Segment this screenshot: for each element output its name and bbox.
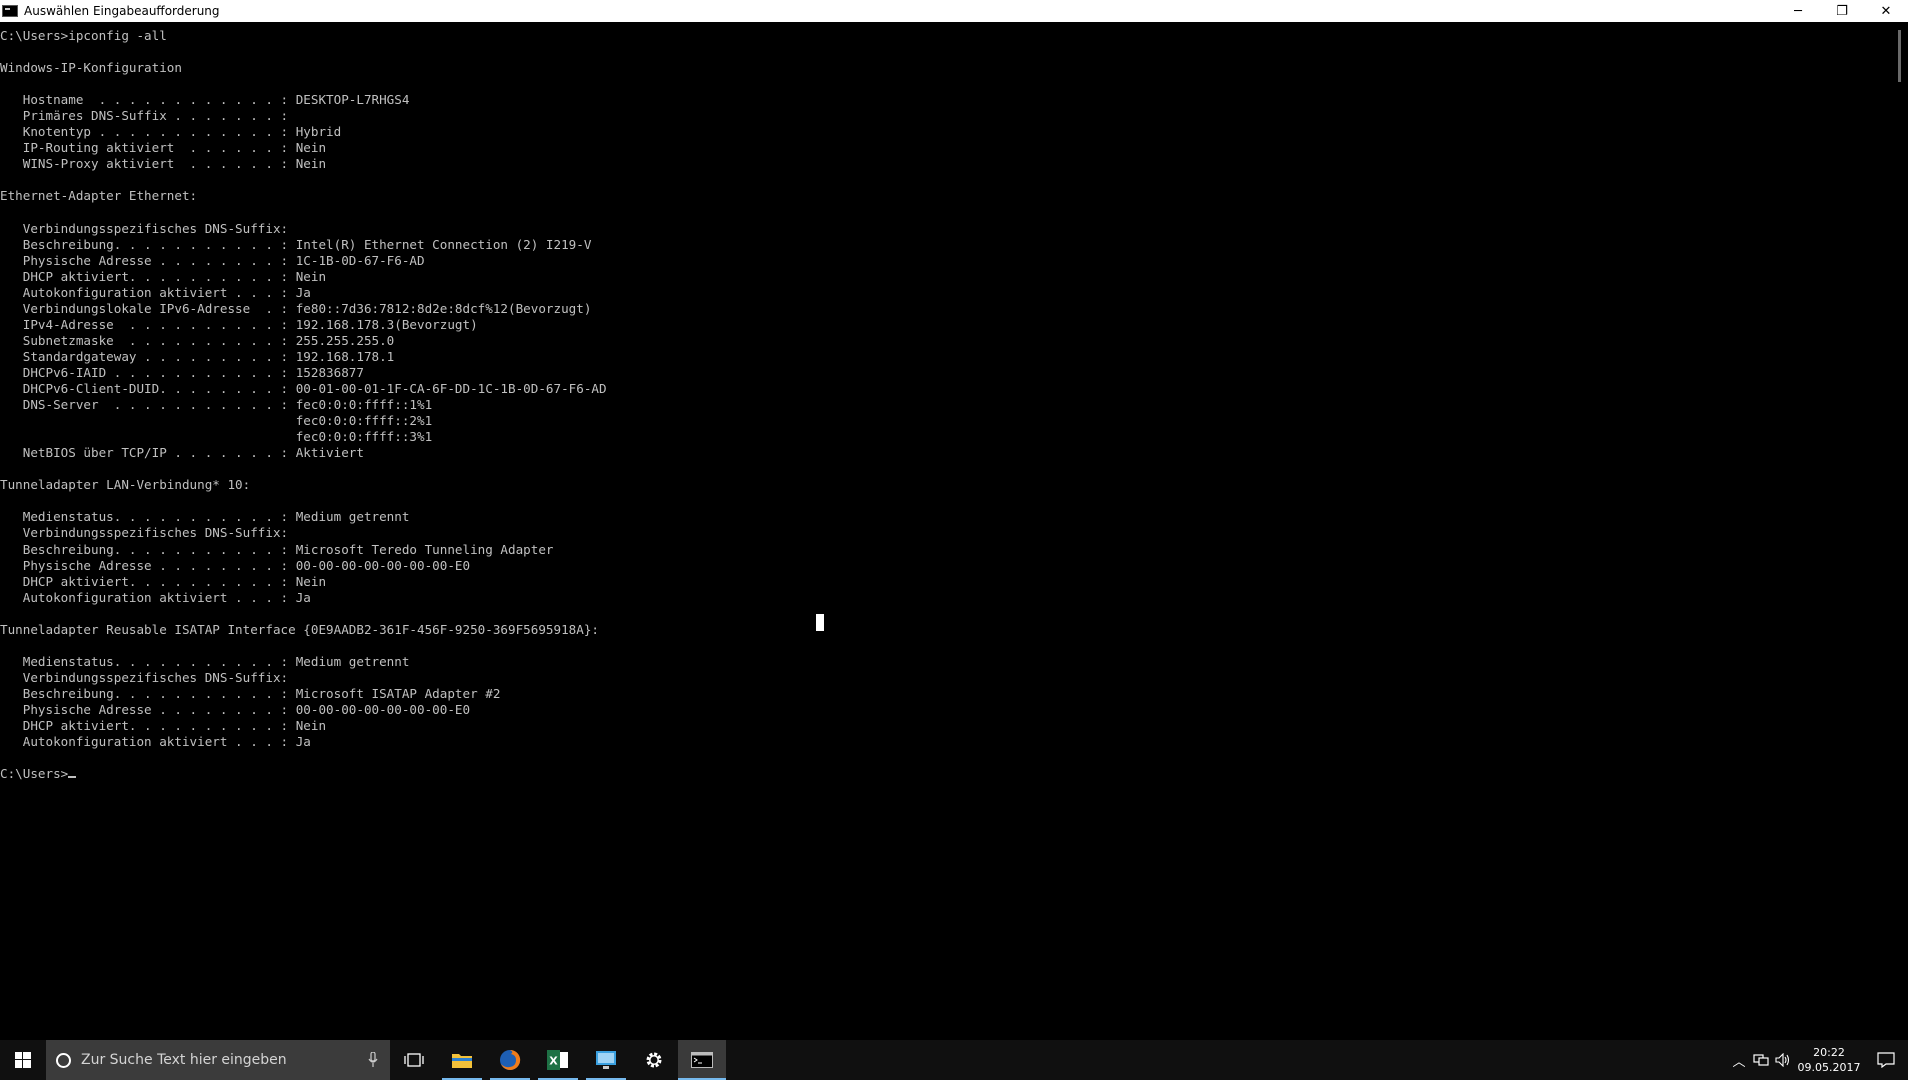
close-icon: ✕	[1880, 3, 1892, 19]
volume-icon	[1775, 1053, 1790, 1067]
restore-button[interactable]: ❐	[1820, 0, 1864, 22]
window-title-bar[interactable]: Auswählen Eingabeaufforderung ─ ❐ ✕	[0, 0, 1908, 22]
vertical-scrollbar[interactable]	[1892, 22, 1908, 1040]
taskbar-settings[interactable]	[630, 1040, 678, 1080]
windows-logo-icon	[15, 1052, 31, 1068]
taskbar-firefox[interactable]	[486, 1040, 534, 1080]
command-prompt-icon	[691, 1052, 713, 1068]
network-icon	[1753, 1054, 1769, 1066]
console-area[interactable]: C:\Users>ipconfig -all Windows-IP-Konfig…	[0, 22, 1892, 1040]
taskbar-command-prompt[interactable]	[678, 1040, 726, 1080]
task-view-button[interactable]	[390, 1040, 438, 1080]
minimize-button[interactable]: ─	[1776, 0, 1820, 22]
start-button[interactable]	[0, 1040, 46, 1080]
notification-icon	[1877, 1052, 1895, 1068]
console-prompt: C:\Users>	[0, 766, 69, 782]
tray-network[interactable]	[1750, 1040, 1772, 1080]
window-title: Auswählen Eingabeaufforderung	[24, 4, 220, 18]
search-placeholder: Zur Suche Text hier eingeben	[81, 1052, 287, 1068]
tray-volume[interactable]	[1772, 1040, 1794, 1080]
action-center-button[interactable]	[1864, 1040, 1908, 1080]
tray-expand-button[interactable]: ︿	[1728, 1040, 1750, 1080]
close-button[interactable]: ✕	[1864, 0, 1908, 22]
chevron-up-icon: ︿	[1732, 1054, 1746, 1070]
cmd-icon	[2, 5, 18, 17]
gear-icon	[646, 1052, 662, 1068]
window-controls: ─ ❐ ✕	[1776, 0, 1908, 22]
selection-cursor	[816, 614, 824, 631]
firefox-icon	[500, 1049, 521, 1070]
folder-icon	[452, 1054, 472, 1068]
microphone-icon[interactable]	[368, 1052, 378, 1068]
search-box[interactable]: Zur Suche Text hier eingeben	[46, 1040, 390, 1080]
scrollbar-thumb[interactable]	[1898, 30, 1901, 82]
minimize-icon: ─	[1794, 3, 1802, 19]
taskbar-file-explorer[interactable]	[438, 1040, 486, 1080]
restore-icon: ❐	[1836, 3, 1848, 19]
clock-date: 09.05.2017	[1797, 1061, 1861, 1074]
taskbar-excel[interactable]: X	[534, 1040, 582, 1080]
console-output: C:\Users>ipconfig -all Windows-IP-Konfig…	[0, 22, 1892, 782]
clock-time: 20:22	[1813, 1046, 1845, 1059]
system-tray: ︿ 20:22 09.05.2017	[1728, 1040, 1908, 1080]
taskbar-remote-desktop[interactable]	[582, 1040, 630, 1080]
remote-desktop-icon	[596, 1051, 616, 1069]
excel-icon: X	[547, 1050, 568, 1070]
console-text: C:\Users>ipconfig -all Windows-IP-Konfig…	[0, 28, 607, 750]
cortana-icon	[56, 1052, 71, 1068]
svg-text:X: X	[549, 1055, 558, 1068]
text-cursor	[68, 776, 77, 779]
taskbar-clock[interactable]: 20:22 09.05.2017	[1794, 1045, 1864, 1075]
taskbar: Zur Suche Text hier eingeben X ︿ 20:22 0…	[0, 1040, 1908, 1080]
task-view-icon	[404, 1053, 424, 1067]
